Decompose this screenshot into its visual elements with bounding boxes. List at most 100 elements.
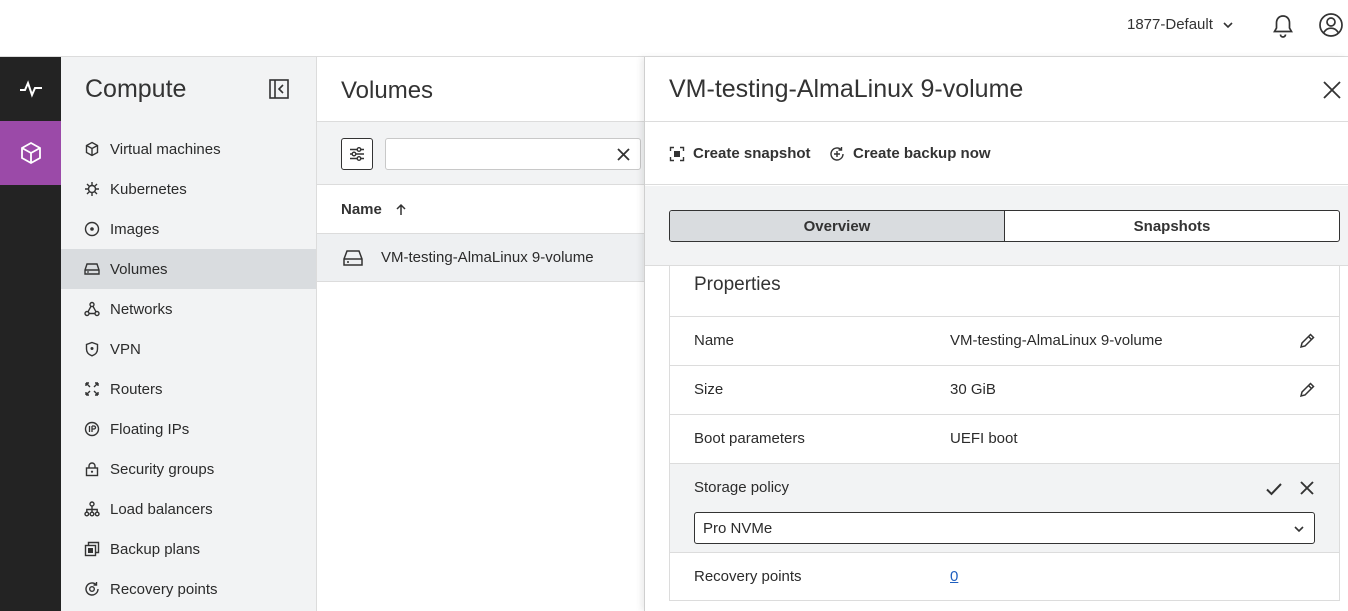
pencil-icon[interactable] (1298, 332, 1316, 350)
cube-icon (85, 141, 99, 157)
sidebar-item-label: Security groups (110, 460, 215, 478)
sidebar-item-label: VPN (110, 340, 141, 358)
account-icon[interactable] (1318, 12, 1344, 38)
collapse-sidebar-icon[interactable] (268, 78, 290, 100)
tabs-band: Overview Snapshots (645, 186, 1348, 266)
bell-icon[interactable] (1270, 13, 1296, 39)
panel-actions: Create snapshot Create backup now (645, 121, 1348, 185)
property-label: Recovery points (694, 568, 802, 585)
filter-button[interactable] (341, 138, 373, 170)
sidebar-item-vpn[interactable]: VPN (61, 329, 316, 369)
router-icon (85, 382, 99, 396)
property-value: UEFI boot (950, 430, 1018, 447)
sidebar-item-label: Virtual machines (110, 140, 221, 158)
arrow-up-icon (396, 203, 406, 215)
chevron-down-icon (1223, 21, 1233, 28)
sidebar-item-routers[interactable]: Routers (61, 369, 316, 409)
project-name: 1877-Default (1127, 16, 1213, 33)
property-label: Boot parameters (694, 430, 805, 447)
sidebar-item-images[interactable]: Images (61, 209, 316, 249)
recovery-icon (85, 582, 99, 596)
volume-detail-panel: VM-testing-AlmaLinux 9-volume Create sna… (644, 57, 1348, 611)
property-row-storage-policy: Storage policy Pro NVMe (670, 463, 1339, 552)
search-input[interactable] (394, 145, 604, 165)
properties-card: Properties Name VM-testing-AlmaLinux 9-v… (669, 266, 1340, 601)
column-header-label: Name (341, 201, 382, 218)
property-label: Name (694, 332, 735, 349)
sidebar-item-volumes[interactable]: Volumes (61, 249, 316, 289)
property-value: VM-testing-AlmaLinux 9-volume (950, 332, 1163, 349)
property-row-boot: Boot parameters UEFI boot (670, 414, 1339, 463)
lock-icon (85, 462, 99, 477)
rail-item-compute[interactable] (0, 121, 61, 185)
create-backup-button[interactable]: Create backup now (829, 145, 991, 162)
sidebar-item-security-groups[interactable]: Security groups (61, 449, 316, 489)
close-icon[interactable] (1321, 79, 1343, 101)
tab-switcher: Overview Snapshots (669, 210, 1340, 242)
drive-icon (343, 249, 363, 266)
close-icon[interactable] (1298, 479, 1316, 497)
sidebar-nav: Virtual machines Kubernetes Images Volum… (61, 129, 316, 609)
search-box (385, 138, 641, 170)
create-snapshot-button[interactable]: Create snapshot (669, 145, 811, 162)
sidebar: Compute Virtual machines Kubernetes Imag… (61, 57, 317, 611)
top-bar: 1877-Default (0, 0, 1348, 57)
tab-overview[interactable]: Overview (670, 211, 1005, 241)
tab-snapshots[interactable]: Snapshots (1005, 211, 1339, 241)
panel-title: VM-testing-AlmaLinux 9-volume (669, 75, 1024, 103)
project-selector[interactable]: 1877-Default (1127, 16, 1235, 33)
property-value: 30 GiB (950, 381, 996, 398)
clear-search-icon[interactable] (615, 146, 632, 163)
property-row-name: Name VM-testing-AlmaLinux 9-volume (670, 316, 1339, 365)
helm-icon (85, 182, 99, 196)
sidebar-item-label: Recovery points (110, 580, 218, 598)
sidebar-item-label: Images (110, 220, 160, 238)
sidebar-item-label: Networks (110, 300, 173, 318)
sidebar-item-kubernetes[interactable]: Kubernetes (61, 169, 316, 209)
column-header-name[interactable]: Name (317, 186, 644, 234)
network-icon (84, 301, 100, 317)
rail-item-monitoring[interactable] (0, 57, 61, 121)
sidebar-title: Compute (85, 75, 187, 103)
property-row-size: Size 30 GiB (670, 365, 1339, 414)
sidebar-item-label: Load balancers (110, 500, 213, 518)
cube-icon (20, 141, 41, 165)
ip-icon (84, 421, 100, 437)
table-row[interactable]: VM-testing-AlmaLinux 9-volume (317, 234, 644, 282)
sidebar-item-recovery-points[interactable]: Recovery points (61, 569, 316, 609)
disc-icon (84, 221, 100, 237)
pulse-icon (19, 80, 42, 98)
load-balancer-icon (84, 501, 100, 517)
recovery-points-link[interactable]: 0 (950, 568, 958, 585)
chevron-down-icon (1294, 526, 1304, 533)
create-snapshot-label: Create snapshot (693, 145, 811, 162)
volume-name: VM-testing-AlmaLinux 9-volume (381, 249, 594, 266)
sidebar-item-load-balancers[interactable]: Load balancers (61, 489, 316, 529)
app-rail (0, 57, 61, 611)
check-icon[interactable] (1264, 479, 1284, 499)
sidebar-item-virtual-machines[interactable]: Virtual machines (61, 129, 316, 169)
sidebar-item-label: Floating IPs (110, 420, 190, 438)
sidebar-item-label: Backup plans (110, 540, 201, 558)
property-row-recovery-points: Recovery points 0 (670, 552, 1339, 601)
snapshot-icon (669, 146, 685, 161)
backup-add-icon (830, 146, 844, 161)
backup-icon (84, 541, 100, 557)
sidebar-item-label: Routers (110, 380, 163, 398)
drive-icon (84, 263, 100, 275)
pencil-icon[interactable] (1298, 381, 1316, 399)
sidebar-item-networks[interactable]: Networks (61, 289, 316, 329)
storage-policy-select[interactable]: Pro NVMe (694, 512, 1315, 544)
sidebar-item-label: Volumes (110, 260, 168, 278)
page-title: Volumes (341, 77, 434, 104)
property-label: Size (694, 381, 724, 398)
properties-title: Properties (694, 274, 781, 295)
property-label: Storage policy (694, 479, 790, 496)
sidebar-item-floating-ips[interactable]: Floating IPs (61, 409, 316, 449)
sidebar-item-label: Kubernetes (110, 180, 187, 198)
storage-policy-value: Pro NVMe (703, 519, 773, 537)
sidebar-item-backup-plans[interactable]: Backup plans (61, 529, 316, 569)
volumes-list-pane: Volumes Name VM-testing-AlmaLinux 9-volu… (317, 57, 644, 611)
list-toolbar (317, 121, 644, 185)
sliders-icon (350, 147, 364, 161)
